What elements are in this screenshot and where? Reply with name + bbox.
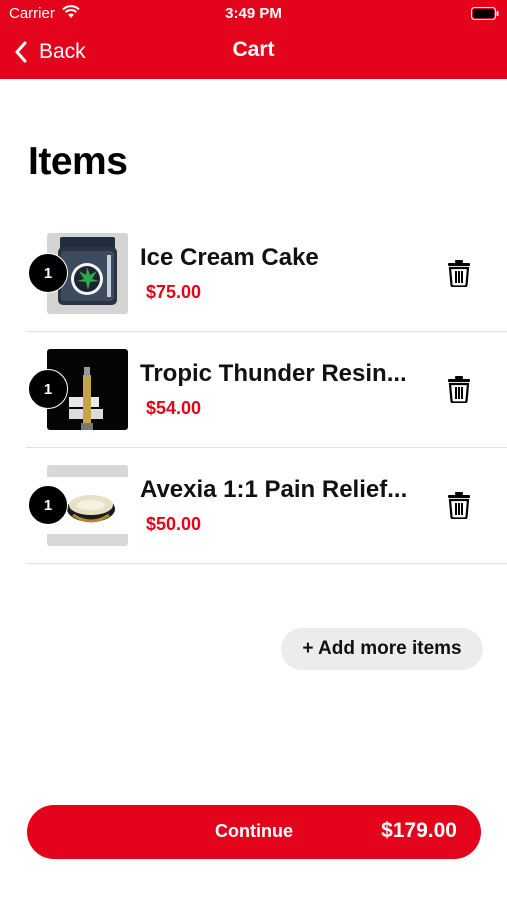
item-name: Ice Cream Cake bbox=[140, 244, 319, 271]
quantity-badge: 1 bbox=[28, 485, 68, 525]
item-name: Avexia 1:1 Pain Relief... bbox=[140, 476, 408, 503]
cart-item[interactable]: 1 Avexia 1:1 Pain Relief... $50.00 bbox=[26, 448, 507, 564]
quantity-badge: 1 bbox=[28, 369, 68, 409]
trash-icon bbox=[448, 492, 470, 519]
cart-item[interactable]: 1 Ice Cream Cake $75.00 bbox=[26, 216, 507, 332]
item-price: $50.00 bbox=[146, 514, 202, 534]
item-name: Tropic Thunder Resin... bbox=[140, 360, 407, 387]
cart-list: 1 Ice Cream Cake $75.00 1 Tropic Thunder… bbox=[26, 216, 507, 564]
page-title: Cart bbox=[232, 38, 275, 61]
delete-item-button[interactable] bbox=[443, 373, 475, 405]
status-bar: Carrier 3:49 PM bbox=[0, 0, 507, 28]
delete-item-button[interactable] bbox=[443, 257, 475, 289]
cart-total: $179.00 bbox=[381, 819, 457, 842]
battery-icon bbox=[471, 7, 499, 20]
cart-item[interactable]: 1 Tropic Thunder Resin... $54.00 bbox=[26, 332, 507, 448]
item-price: $54.00 bbox=[146, 398, 202, 418]
items-heading: Items bbox=[28, 140, 128, 183]
quantity-badge: 1 bbox=[28, 253, 68, 293]
status-time: 3:49 PM bbox=[225, 5, 282, 22]
item-price: $75.00 bbox=[146, 282, 202, 302]
header-bar: Carrier 3:49 PM Back Cart bbox=[0, 0, 507, 79]
add-more-items-button[interactable]: + Add more items bbox=[281, 628, 483, 670]
trash-icon bbox=[448, 260, 470, 287]
continue-button[interactable]: Continue $179.00 bbox=[27, 805, 481, 859]
trash-icon bbox=[448, 376, 470, 403]
delete-item-button[interactable] bbox=[443, 489, 475, 521]
